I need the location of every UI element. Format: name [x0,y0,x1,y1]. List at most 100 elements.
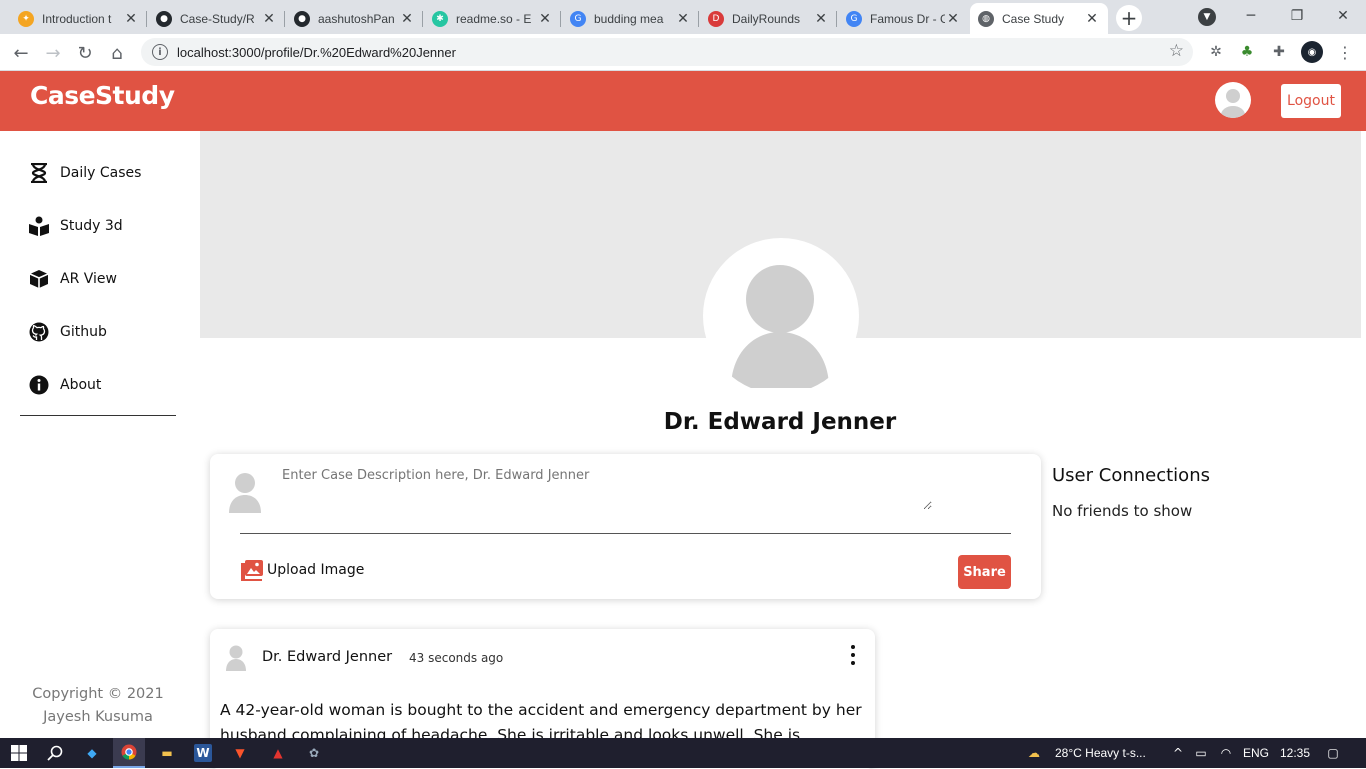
tab-title: DailyRounds [732,11,801,26]
case-composer: Upload Image Share [210,454,1041,599]
new-tab-button[interactable]: + [1116,5,1142,31]
sidebar-item-daily-cases[interactable]: Daily Cases [28,158,141,188]
tab-search-icon[interactable]: ▼ [1198,8,1216,26]
connections-title: User Connections [1052,465,1210,486]
upload-image-button[interactable]: Upload Image [240,559,364,581]
dailyrounds-favicon-icon: D [708,10,724,27]
user-silhouette-icon [226,645,246,671]
site-info-icon[interactable]: i [152,44,168,60]
sidebar-item-study-3d[interactable]: Study 3d [28,211,123,241]
case-description-input[interactable] [280,464,932,510]
chrome-taskbar-icon[interactable] [113,738,145,768]
close-tab-icon[interactable]: ✕ [675,11,691,27]
window-close-icon[interactable]: ✕ [1320,0,1366,32]
windows-start-icon[interactable] [9,743,29,763]
close-tab-icon[interactable]: ✕ [945,11,961,27]
user-silhouette-icon [229,473,261,513]
profile-avatar-icon[interactable]: ◉ [1301,41,1323,63]
google-favicon-icon: G [570,10,586,27]
user-avatar[interactable] [1215,82,1251,118]
extension-bug-icon[interactable]: ✲ [1206,42,1226,62]
os-taskbar: ◆ ▬ W ▼ ▲ ✿ ☁ 28°C Heavy t-s... ^ ▭ ◠ EN… [0,738,1366,768]
github-favicon-icon: ● [156,10,172,27]
browser-tab[interactable]: D DailyRounds ✕ [700,3,837,34]
weather-icon: ☁ [1028,746,1040,760]
sidebar-item-github[interactable]: Github [28,317,107,347]
sidebar-item-label: AR View [60,271,117,287]
share-button[interactable]: Share [958,555,1011,589]
browser-tab-strip: ✦ Introduction t ✕ ● Case-Study/R ✕ ● aa… [0,0,1366,34]
github-icon [28,321,50,343]
language-indicator[interactable]: ENG [1243,746,1269,760]
battery-icon[interactable]: ▭ [1191,743,1211,763]
post-author-name[interactable]: Dr. Edward Jenner [262,649,392,665]
copyright-author: Jayesh Kusuma [43,709,153,725]
address-bar[interactable]: i localhost:3000/profile/Dr.%20Edward%20… [141,38,1193,66]
minimize-icon[interactable]: ─ [1228,0,1274,32]
sidebar-divider [20,415,176,416]
extension-tree-icon[interactable]: ♣ [1237,42,1257,62]
brave-icon[interactable]: ▼ [230,743,250,763]
tab-title: Famous Dr - G [870,11,945,26]
tab-title: Case Study [1002,11,1065,26]
browser-tab-active[interactable]: ◍ Case Study ✕ [970,3,1108,34]
vscode-icon[interactable]: ◆ [82,743,102,763]
sidebar-item-label: Study 3d [60,218,123,234]
reload-icon[interactable]: ↻ [72,40,98,66]
weather-text[interactable]: 28°C Heavy t-s... [1055,746,1146,760]
search-icon[interactable] [45,743,65,763]
file-explorer-icon[interactable]: ▬ [157,743,177,763]
browser-tab[interactable]: ✦ Introduction t ✕ [10,3,147,34]
image-upload-icon [240,559,264,581]
close-tab-icon[interactable]: ✕ [1084,11,1100,27]
user-silhouette-icon [731,265,829,388]
tab-title: Introduction t [42,11,112,26]
tab-title: readme.so - E [456,11,532,26]
book-reader-icon [28,215,50,237]
info-icon [28,374,50,396]
home-icon[interactable]: ⌂ [104,40,130,66]
tab-favicon-icon: ✦ [18,10,34,27]
forward-icon[interactable]: → [40,40,66,66]
acrobat-icon[interactable]: ▲ [268,743,288,763]
extensions-puzzle-icon[interactable]: ✚ [1269,42,1289,62]
profile-name: Dr. Edward Jenner [663,409,897,435]
sidebar-item-ar-view[interactable]: AR View [28,264,117,294]
post-options-icon[interactable] [848,645,858,665]
show-hidden-icons-icon[interactable]: ^ [1168,743,1188,763]
close-tab-icon[interactable]: ✕ [537,11,553,27]
browser-tab[interactable]: G Famous Dr - G ✕ [838,3,969,34]
browser-tab[interactable]: ● Case-Study/R ✕ [148,3,285,34]
close-tab-icon[interactable]: ✕ [123,11,139,27]
clock[interactable]: 12:35 [1280,746,1310,760]
cube-icon [28,268,50,290]
sidebar-item-about[interactable]: About [28,370,101,400]
close-tab-icon[interactable]: ✕ [399,11,415,27]
brand-logo[interactable]: CaseStudy [30,81,175,110]
tab-title: Case-Study/R [180,11,255,26]
upload-image-label: Upload Image [267,562,365,578]
url-text[interactable]: localhost:3000/profile/Dr.%20Edward%20Je… [177,45,456,60]
sidebar: Daily Cases Study 3d AR View Github Abou… [0,131,200,738]
app-icon[interactable]: ✿ [304,743,324,763]
sidebar-item-label: About [60,377,102,393]
word-icon[interactable]: W [194,744,212,762]
post-author-avatar [225,643,247,671]
copyright: Copyright © 2021 Jayesh Kusuma [0,683,196,729]
hourglass-icon [28,162,50,184]
notifications-icon[interactable]: ▢ [1323,743,1343,763]
back-icon[interactable]: ← [8,40,34,66]
post-timestamp: 43 seconds ago [409,651,504,665]
bookmark-star-icon[interactable]: ☆ [1169,41,1184,61]
browser-tab[interactable]: G budding mea ✕ [562,3,699,34]
browser-tab[interactable]: ✱ readme.so - E ✕ [424,3,561,34]
restore-icon[interactable]: ❐ [1274,0,1320,32]
tab-title: aashutoshPan [318,11,395,26]
browser-tab[interactable]: ● aashutoshPan ✕ [286,3,423,34]
close-tab-icon[interactable]: ✕ [261,11,277,27]
chrome-menu-icon[interactable]: ⋮ [1335,42,1355,62]
sidebar-item-label: Github [60,324,107,340]
wifi-icon[interactable]: ◠ [1216,743,1236,763]
logout-button[interactable]: Logout [1281,84,1341,118]
close-tab-icon[interactable]: ✕ [813,11,829,27]
